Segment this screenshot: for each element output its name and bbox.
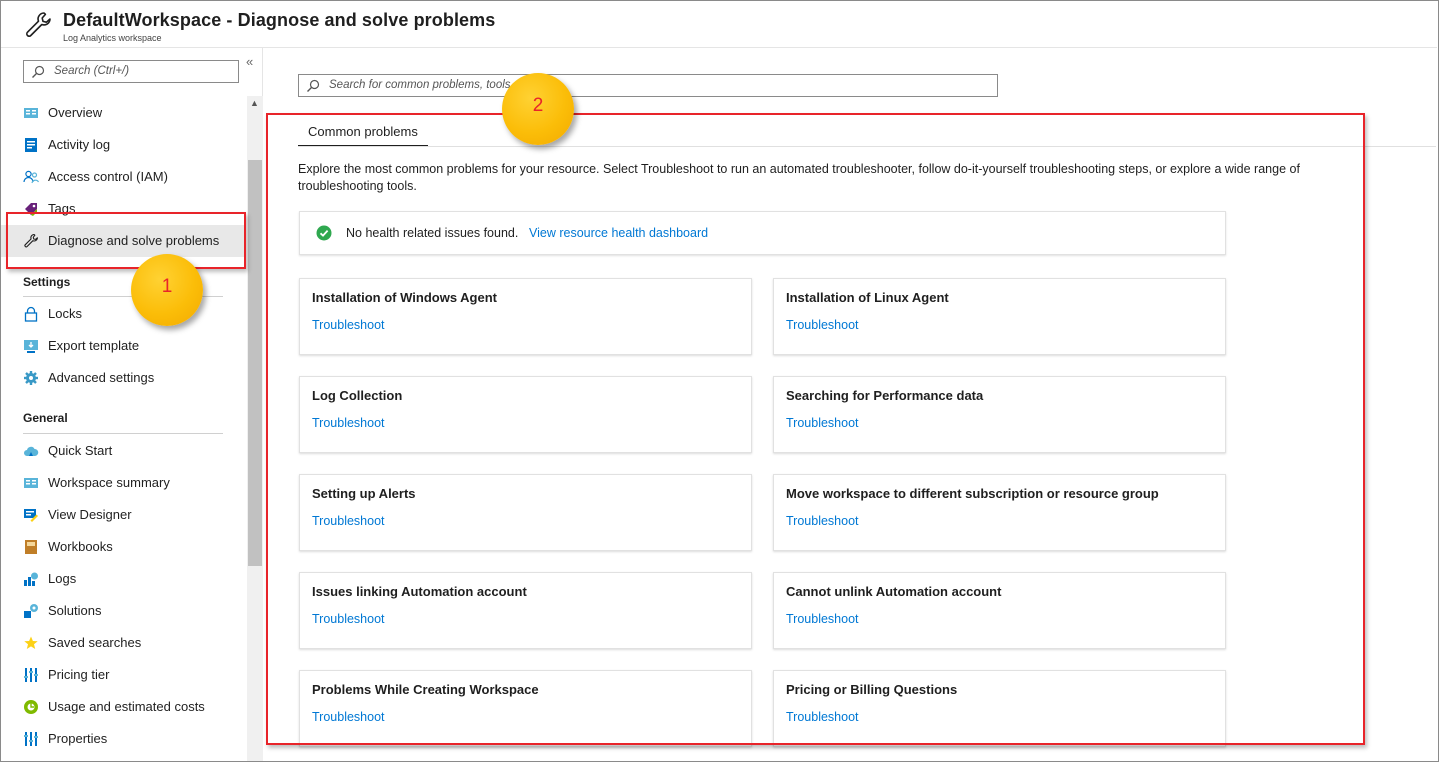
search-icon xyxy=(32,65,45,78)
workbook-icon xyxy=(25,540,37,554)
summary-icon xyxy=(24,478,38,488)
menu-item-overview[interactable]: Overview xyxy=(1,97,245,129)
page-subtitle: Log Analytics workspace xyxy=(63,33,162,43)
menu-item-label: Properties xyxy=(48,731,108,746)
callout-badge-2: 2 xyxy=(502,73,574,145)
menu-search-input[interactable]: Search (Ctrl+/) xyxy=(23,60,239,83)
star-icon xyxy=(24,636,38,649)
highlight-box-main-content xyxy=(266,113,1365,745)
section-title-settings: Settings xyxy=(23,275,71,289)
section-divider xyxy=(23,433,223,434)
menu-item-workbooks[interactable]: Workbooks xyxy=(1,531,245,563)
collapse-menu-button[interactable]: « xyxy=(246,54,253,69)
pricing-icon xyxy=(24,668,38,682)
menu-item-quick-start[interactable]: Quick Start xyxy=(1,435,245,467)
usage-icon xyxy=(24,700,38,714)
menu-item-label: Locks xyxy=(48,306,82,321)
callout-badge-1: 1 xyxy=(131,254,203,326)
resource-menu: Search (Ctrl+/) « Overview Activity log … xyxy=(1,48,263,761)
export-template-icon xyxy=(24,340,38,353)
menu-item-label: Usage and estimated costs xyxy=(48,699,205,714)
scroll-up-icon[interactable]: ▲ xyxy=(250,98,259,108)
menu-item-usage-costs[interactable]: Usage and estimated costs xyxy=(1,691,245,723)
menu-item-activity-log[interactable]: Activity log xyxy=(1,129,245,161)
search-icon xyxy=(307,79,320,92)
menu-item-label: View Designer xyxy=(48,507,132,522)
menu-item-properties[interactable]: Properties xyxy=(1,723,245,755)
solutions-icon xyxy=(24,604,38,618)
menu-item-workspace-summary[interactable]: Workspace summary xyxy=(1,467,245,499)
menu-item-locks[interactable]: Locks xyxy=(1,298,245,330)
menu-item-label: Saved searches xyxy=(48,635,142,650)
overview-icon xyxy=(24,108,38,118)
menu-item-logs[interactable]: Logs xyxy=(1,563,245,595)
scrollbar-thumb[interactable] xyxy=(248,160,262,566)
menu-item-label: Overview xyxy=(48,105,103,120)
activity-log-icon xyxy=(25,138,37,152)
menu-item-label: Logs xyxy=(48,571,77,586)
logs-icon xyxy=(24,572,38,586)
menu-item-label: Workbooks xyxy=(48,539,113,554)
menu-item-saved-searches[interactable]: Saved searches xyxy=(1,627,245,659)
callout-number: 2 xyxy=(532,95,544,116)
gear-icon xyxy=(24,371,38,385)
menu-scrollbar[interactable]: ▲ xyxy=(247,96,263,761)
cloud-icon xyxy=(24,446,39,456)
problem-search-input[interactable]: Search for common problems, tools xyxy=(298,74,998,97)
view-designer-icon xyxy=(24,509,38,522)
section-title-general: General xyxy=(23,411,68,425)
menu-item-label: Activity log xyxy=(48,137,111,152)
menu-item-view-designer[interactable]: View Designer xyxy=(1,499,245,531)
menu-search-placeholder: Search (Ctrl+/) xyxy=(54,65,130,77)
page-title: DefaultWorkspace - Diagnose and solve pr… xyxy=(63,10,496,30)
menu-item-label: Quick Start xyxy=(48,443,113,458)
problem-search-placeholder: Search for common problems, tools xyxy=(329,79,511,91)
menu-item-advanced-settings[interactable]: Advanced settings xyxy=(1,362,245,394)
menu-item-label: Workspace summary xyxy=(48,475,170,490)
blade-header: DefaultWorkspace - Diagnose and solve pr… xyxy=(1,1,1437,48)
iam-icon xyxy=(23,170,39,184)
callout-number: 1 xyxy=(161,276,173,297)
highlight-box-menu-item xyxy=(6,212,246,269)
menu-item-label: Solutions xyxy=(48,603,102,618)
menu-item-access-control[interactable]: Access control (IAM) xyxy=(1,161,245,193)
wrench-icon xyxy=(26,12,51,37)
menu-item-label: Export template xyxy=(48,338,140,353)
menu-item-label: Access control (IAM) xyxy=(48,169,168,184)
menu-item-label: Pricing tier xyxy=(48,667,110,682)
properties-icon xyxy=(24,732,38,746)
menu-item-solutions[interactable]: Solutions xyxy=(1,595,245,627)
menu-item-pricing-tier[interactable]: Pricing tier xyxy=(1,659,245,691)
menu-item-label: Advanced settings xyxy=(48,370,155,385)
menu-item-export-template[interactable]: Export template xyxy=(1,330,245,362)
lock-icon xyxy=(24,306,38,322)
